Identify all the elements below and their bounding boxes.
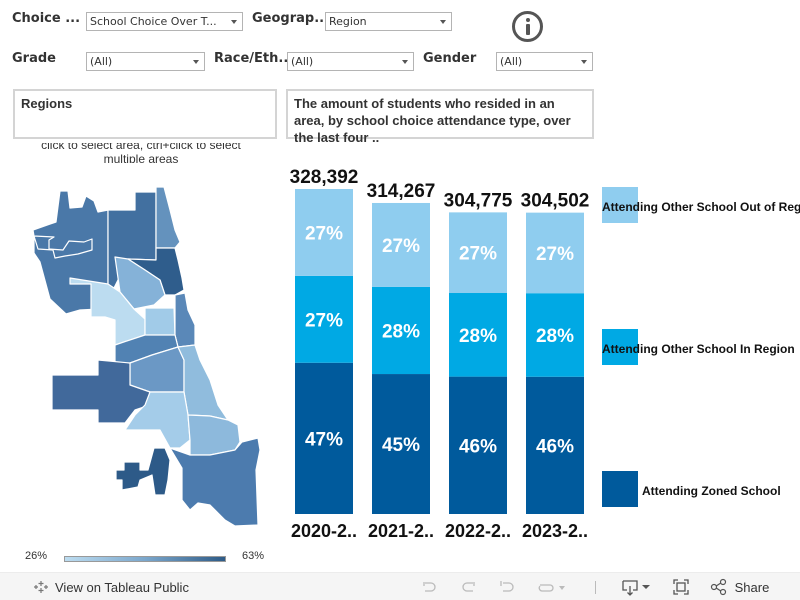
- info-bar: [525, 24, 530, 35]
- total-label: 314,267: [367, 181, 436, 202]
- download-button[interactable]: [621, 578, 653, 596]
- legend-label-in-region: Attending Other School In Region: [602, 342, 795, 356]
- race-dropdown-value: (All): [291, 55, 314, 68]
- redo-button[interactable]: [460, 578, 478, 596]
- chevron-down-icon: [581, 60, 587, 64]
- gender-filter-label: Gender: [423, 51, 477, 66]
- view-on-tableau-public-label: View on Tableau Public: [55, 580, 189, 595]
- x-axis-tick-label: 2023-2..: [522, 521, 588, 541]
- info-circle-icon[interactable]: [512, 11, 543, 42]
- grade-filter-label: Grade: [12, 51, 56, 66]
- download-icon: [622, 580, 650, 596]
- description-box: The amount of students who resided in an…: [286, 89, 594, 145]
- x-axis-tick-label: 2022-2..: [445, 521, 511, 541]
- segment-label: 47%: [305, 429, 343, 450]
- grade-dropdown-value: (All): [90, 55, 113, 68]
- segment-label: 46%: [459, 436, 497, 457]
- tableau-toolbar: View on Tableau Public Share: [0, 572, 800, 600]
- revert-button[interactable]: [498, 578, 516, 596]
- segment-label: 27%: [305, 310, 343, 331]
- x-axis-tick-label: 2020-2..: [291, 521, 357, 541]
- refresh-icon: [538, 584, 565, 592]
- color-ramp: [64, 556, 226, 562]
- segment-label: 28%: [382, 321, 420, 342]
- choice-dropdown[interactable]: School Choice Over T...: [86, 12, 243, 31]
- race-dropdown[interactable]: (All): [287, 52, 414, 71]
- map-region-far-south[interactable]: [115, 447, 171, 496]
- share-button[interactable]: Share: [710, 578, 769, 596]
- segment-label: 27%: [459, 244, 497, 265]
- segment-label: 27%: [305, 223, 343, 244]
- info-dot: [525, 18, 530, 22]
- ramp-min-label: 26%: [25, 550, 48, 562]
- map-region-far-north-lakefront[interactable]: [155, 186, 181, 249]
- segment-label: 45%: [382, 435, 420, 456]
- map-hint: click to select area, ctrl+click to sele…: [41, 143, 241, 163]
- stacked-bar-chart: 47% 27% 27% 328,392 2020-2.. 45% 28% 27% 314,267…: [290, 167, 590, 541]
- legend-label-zoned: Attending Zoned School: [642, 484, 781, 498]
- geography-filter-label: Geograp...: [252, 11, 330, 26]
- revert-icon: [500, 581, 514, 592]
- tableau-logo-icon: [34, 581, 48, 593]
- description-text: The amount of students who resided in an…: [294, 96, 571, 145]
- total-label: 328,392: [290, 167, 359, 188]
- geography-dropdown-value: Region: [329, 15, 367, 28]
- fullscreen-button[interactable]: [672, 578, 690, 596]
- chevron-down-icon: [402, 60, 408, 64]
- chevron-down-icon: [193, 60, 199, 64]
- chevron-down-icon: [231, 20, 237, 24]
- gender-dropdown[interactable]: (All): [496, 52, 593, 71]
- legend-swatch-zoned[interactable]: [602, 471, 638, 507]
- share-label: Share: [734, 580, 770, 595]
- race-filter-label: Race/Eth...: [214, 51, 294, 66]
- ramp-max-label: 63%: [242, 550, 265, 562]
- geography-dropdown[interactable]: Region: [325, 12, 452, 31]
- choice-dropdown-value: School Choice Over T...: [90, 15, 217, 28]
- toolbar-separator: [595, 581, 596, 594]
- segment-label: 27%: [536, 244, 574, 265]
- segment-label: 28%: [459, 326, 497, 347]
- regions-box: Regions: [13, 89, 277, 139]
- view-on-tableau-public-link[interactable]: View on Tableau Public: [33, 579, 189, 595]
- share-icon: [710, 578, 727, 596]
- segment-label: 27%: [382, 236, 420, 257]
- chevron-down-icon: [440, 20, 446, 24]
- total-label: 304,775: [444, 190, 513, 211]
- segment-label: 46%: [536, 436, 574, 457]
- region-map[interactable]: [20, 180, 270, 530]
- choice-filter-label: Choice ...: [12, 11, 81, 26]
- refresh-button[interactable]: [536, 578, 568, 596]
- total-label: 304,502: [521, 191, 590, 212]
- legend-label-out-of-region: Attending Other School Out of Reg: [602, 200, 800, 214]
- gender-dropdown-value: (All): [500, 55, 523, 68]
- fullscreen-icon: [673, 579, 689, 595]
- redo-icon: [462, 582, 475, 592]
- undo-icon: [423, 581, 436, 592]
- grade-dropdown[interactable]: (All): [86, 52, 205, 71]
- undo-button[interactable]: [420, 578, 438, 596]
- map-region-central[interactable]: [174, 292, 196, 348]
- segment-label: 28%: [536, 326, 574, 347]
- x-axis-tick-label: 2021-2..: [368, 521, 434, 541]
- map-region-southeast[interactable]: [187, 414, 241, 456]
- regions-title: Regions: [21, 96, 73, 111]
